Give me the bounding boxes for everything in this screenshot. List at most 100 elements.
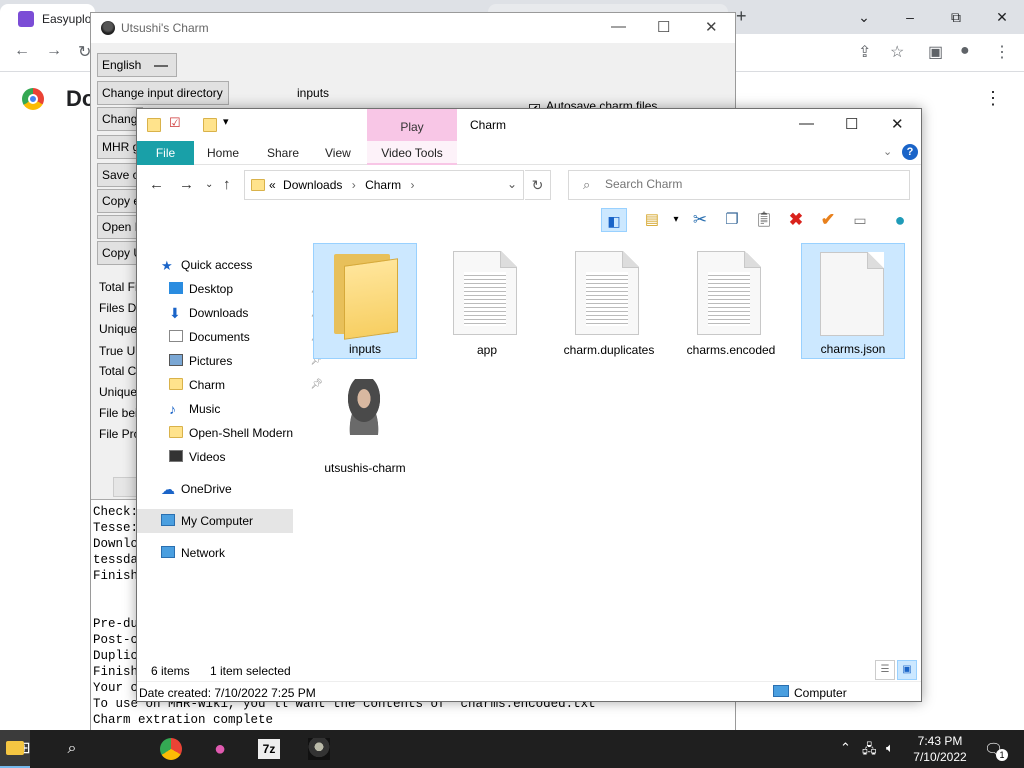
paste-icon[interactable]: 📋︎ (751, 208, 777, 232)
nav-quick-access[interactable]: ★ Quick access (161, 253, 319, 277)
chevron-up-icon[interactable]: ⌃ (840, 740, 851, 756)
location-label: Computer (794, 686, 847, 700)
delete-icon[interactable]: ✖ (783, 208, 809, 232)
bookmark-star-icon[interactable]: ☆ (890, 42, 904, 62)
file-item-charms-json[interactable]: charms.json (801, 243, 905, 359)
volume-icon[interactable]: 🔈︎ (886, 740, 894, 756)
tab-share[interactable]: Share (267, 141, 299, 165)
tab-home[interactable]: Home (207, 141, 239, 165)
new-folder-icon[interactable] (203, 118, 217, 132)
details-view-icon[interactable]: ☰ (875, 660, 895, 680)
refresh-button[interactable]: ↻ (525, 170, 551, 200)
breadcrumb-charm[interactable]: Charm (365, 178, 401, 192)
explorer-close-button[interactable]: ✕ (891, 115, 904, 133)
charm-maximize-button[interactable]: ☐ (657, 18, 670, 36)
nav-my-computer[interactable]: My Computer (137, 509, 293, 533)
charm-window-title: Utsushi's Charm (121, 21, 209, 35)
breadcrumb-separator-icon[interactable]: › (352, 178, 356, 192)
image-thumbnail-icon (339, 379, 389, 435)
file-item-charm-duplicates[interactable]: charm.duplicates (557, 243, 661, 359)
new-tab-button[interactable]: + (736, 6, 747, 27)
charm-minimize-button[interactable]: — (611, 18, 626, 35)
7zip-taskbar-icon[interactable]: 7z (258, 739, 280, 759)
nav-network[interactable]: Network (161, 541, 319, 565)
side-panel-icon[interactable]: ▣ (928, 42, 943, 62)
page-more-icon[interactable]: ⋮ (984, 88, 1002, 109)
chrome-tab-easyupload[interactable]: Easyuplo (0, 4, 95, 34)
back-arrow-icon[interactable]: ← (149, 176, 164, 193)
file-item-inputs[interactable]: inputs (313, 243, 417, 359)
forward-arrow-icon[interactable]: → (179, 176, 194, 193)
properties-icon[interactable]: ☑ (169, 115, 183, 130)
search-icon: ⌕ (583, 177, 591, 192)
nav-videos[interactable]: Videos (169, 445, 327, 469)
clock-time: 7:43 PM (917, 734, 963, 748)
breadcrumb-downloads[interactable]: Downloads (283, 178, 342, 192)
nav-desktop[interactable]: Desktop📌︎ (169, 277, 327, 301)
preview-pane-icon[interactable]: ◧ (601, 208, 627, 232)
videos-icon (169, 450, 183, 462)
shell-icon[interactable]: ● (887, 208, 913, 232)
breadcrumb-separator-icon[interactable]: › (410, 178, 414, 192)
network-icon[interactable]: 🖧︎ (862, 740, 877, 762)
nav-music[interactable]: ♪ Music (169, 397, 327, 421)
explorer-maximize-button[interactable]: ☐ (845, 115, 858, 133)
nav-charm[interactable]: Charm 📌︎ (169, 373, 327, 397)
chrome-minimize-button[interactable]: – (896, 6, 924, 28)
chrome-menu-icon[interactable]: ⋮ (994, 42, 1010, 62)
file-item-charms-encoded[interactable]: charms.encoded (679, 243, 783, 359)
stat-label: File bei (99, 406, 138, 420)
tab-view[interactable]: View (325, 141, 351, 165)
folder-icon (334, 254, 400, 340)
nav-label: Open-Shell Modern (189, 426, 294, 440)
ribbon-expand-icon[interactable]: ⌄ (883, 145, 892, 158)
chevron-down-icon[interactable]: ▾ (223, 115, 237, 129)
change-input-directory-button[interactable]: Change input directory (97, 81, 229, 105)
chevron-down-icon[interactable]: ▾ (663, 208, 689, 232)
music-note-icon: ♪ (169, 401, 176, 417)
clock[interactable]: 7:43 PM 7/10/2022 (900, 733, 980, 765)
breadcrumb-overflow[interactable]: « (269, 178, 276, 192)
explorer-minimize-button[interactable]: — (799, 115, 814, 132)
chevron-down-icon[interactable]: ⌄ (850, 6, 878, 28)
help-icon[interactable]: ? (902, 144, 918, 160)
file-item-app[interactable]: app (435, 243, 539, 359)
profile-avatar-icon[interactable]: ● (960, 42, 970, 60)
language-select[interactable]: English (97, 53, 177, 77)
charm-app-taskbar-icon[interactable] (308, 738, 330, 760)
charm-close-button[interactable]: ✕ (705, 18, 718, 36)
cut-icon[interactable]: ✂ (687, 208, 713, 232)
view-options-icon[interactable]: ▤ (639, 208, 665, 232)
checkmark-icon[interactable]: ✔ (815, 208, 841, 232)
tab-video-tools[interactable]: Video Tools (367, 141, 457, 165)
paint-taskbar-icon[interactable]: ● (208, 737, 232, 761)
copy-icon[interactable]: ❐ (719, 208, 745, 232)
file-item-utsushis-charm[interactable]: utsushis-charm (317, 361, 413, 477)
command-bar: ◧ ▤ ▾ ✂ ❐ 📋︎ ✖ ✔ ▭ ● (137, 205, 921, 235)
ribbon-tabs: File Home Share View Video Tools ⌄ ? (137, 141, 921, 165)
chrome-close-button[interactable]: ✕ (988, 6, 1016, 28)
breadcrumb: « Downloads › Charm › (269, 178, 414, 192)
chrome-restore-button[interactable]: ⧉ (942, 6, 970, 28)
nav-documents[interactable]: Documents📌︎ (169, 325, 327, 349)
large-icons-view-icon[interactable]: ▣ (897, 660, 917, 680)
nav-downloads[interactable]: ⬇Downloads📌︎ (169, 301, 327, 325)
rename-icon[interactable]: ▭ (847, 208, 873, 232)
search-icon[interactable]: ⌕ (60, 737, 84, 761)
back-arrow-icon[interactable]: ← (14, 42, 30, 60)
search-input[interactable] (605, 177, 895, 191)
nav-onedrive[interactable]: ☁ OneDrive (161, 477, 319, 501)
nav-open-shell-modern[interactable]: Open-Shell Modern (169, 421, 327, 445)
up-arrow-icon[interactable]: ↑ (223, 176, 231, 193)
search-box[interactable]: ⌕ (568, 170, 910, 200)
share-icon[interactable]: ⇪ (858, 42, 871, 62)
recent-locations-icon[interactable]: ⌄ (205, 179, 213, 190)
charm-titlebar: Utsushi's Charm — ☐ ✕ (91, 13, 735, 43)
chevron-down-icon[interactable]: ⌄ (507, 177, 517, 191)
tab-file[interactable]: File (137, 141, 194, 165)
address-bar[interactable]: « Downloads › Charm › ⌄ (244, 170, 524, 200)
file-name: charms.json (820, 342, 886, 356)
forward-arrow-icon[interactable]: → (46, 42, 62, 60)
chrome-taskbar-icon[interactable] (160, 738, 182, 760)
nav-pictures[interactable]: Pictures 📌︎ (169, 349, 327, 373)
